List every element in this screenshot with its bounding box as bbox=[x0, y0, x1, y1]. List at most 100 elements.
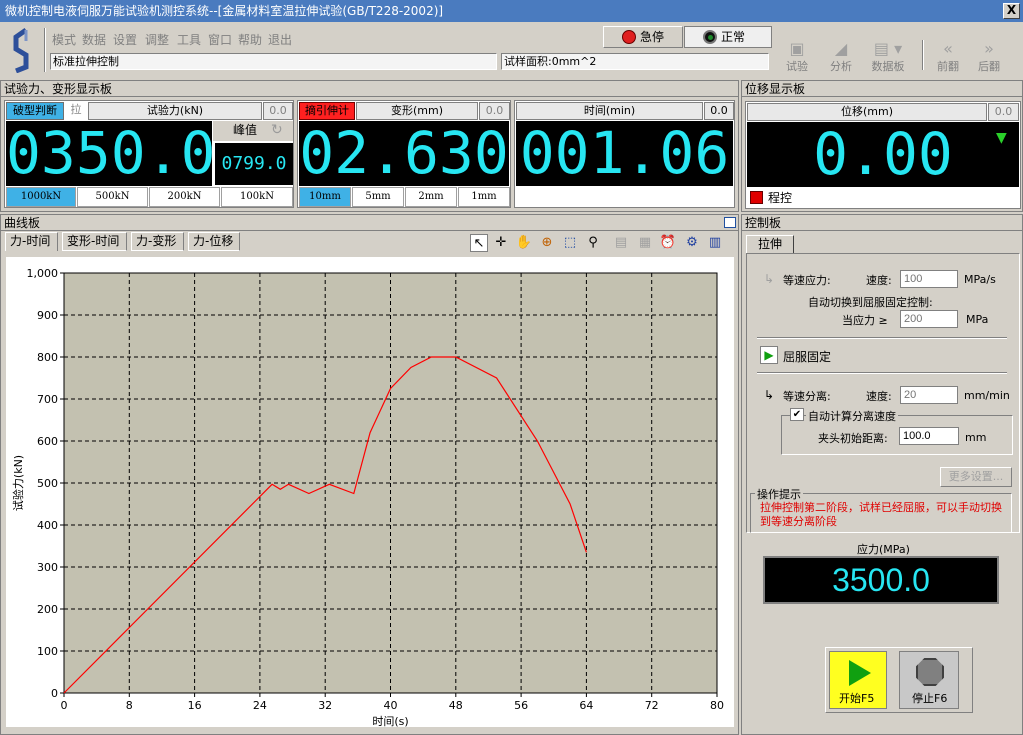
break-judge-button[interactable]: 破型判断 bbox=[6, 102, 64, 120]
toolbar-divider bbox=[44, 28, 46, 72]
deform-range-group: 10mm 5mm 2mm 1mm bbox=[299, 187, 511, 207]
crosshair-icon[interactable]: ✛ bbox=[492, 234, 510, 252]
const-stress-speed-input[interactable] bbox=[900, 270, 958, 288]
time-header: 时间(min) bbox=[516, 102, 703, 120]
displacement-panel-title: 位移显示板 bbox=[742, 81, 1022, 97]
x-axis-label: 时间(s) bbox=[372, 715, 408, 727]
auto-calc-label: 自动计算分离速度 bbox=[806, 408, 898, 424]
stage-arrow-icon: ↳ bbox=[764, 272, 775, 286]
prev-page-button[interactable]: « 前翻 bbox=[925, 40, 971, 74]
x-tick-label: 80 bbox=[710, 699, 724, 712]
emergency-stop-button[interactable]: 急停 bbox=[603, 26, 683, 48]
start-button[interactable]: 开始F5 bbox=[829, 651, 887, 709]
x-tick-label: 56 bbox=[514, 699, 528, 712]
time-display: 时间(min) 0.0 001.06 bbox=[514, 100, 735, 208]
range-button-3[interactable]: 1mm bbox=[458, 187, 510, 207]
displacement-value: 0.00 bbox=[747, 122, 1019, 187]
pan-hand-icon[interactable]: ✋ bbox=[515, 234, 533, 252]
tab-curve-2[interactable]: 力-变形 bbox=[131, 232, 184, 251]
displacement-header: 位移(mm) bbox=[747, 103, 987, 121]
program-control-icon[interactable] bbox=[750, 191, 763, 204]
stop-button[interactable]: 停止F6 bbox=[899, 651, 959, 709]
next-page-button[interactable]: » 后翻 bbox=[966, 40, 1012, 74]
deform-zero: 0.0 bbox=[479, 102, 510, 120]
range-button-1[interactable]: 500kN bbox=[77, 187, 148, 207]
const-sep-unit: mm/min bbox=[964, 389, 1010, 402]
zoom-in-icon[interactable]: ⊕ bbox=[538, 234, 556, 252]
range-button-1[interactable]: 5mm bbox=[352, 187, 404, 207]
yield-fixed-label: 屈服固定 bbox=[783, 350, 832, 364]
time-footer bbox=[516, 187, 733, 207]
menu-item-7[interactable]: 退出 bbox=[268, 31, 292, 48]
tab-curve-3[interactable]: 力-位移 bbox=[188, 232, 240, 251]
deform-display: 摘引伸计 变形(mm) 0.0 02.630 10mm 5mm 2mm 1mm bbox=[297, 100, 511, 208]
stop-icon bbox=[622, 30, 636, 44]
menu-item-1[interactable]: 数据 bbox=[82, 31, 106, 48]
area-field: 试样面积:0mm^2 bbox=[501, 53, 769, 70]
grip-distance-unit: mm bbox=[965, 431, 987, 444]
remove-extensometer-button[interactable]: 摘引伸计 bbox=[299, 102, 355, 120]
displacement-display: 位移(mm) 0.0 0.00 ▼ 程控 bbox=[745, 101, 1021, 209]
range-button-0[interactable]: 1000kN bbox=[6, 187, 76, 207]
close-button[interactable]: X bbox=[1003, 3, 1020, 19]
x-tick-label: 24 bbox=[253, 699, 267, 712]
test-button[interactable]: ▣ 试验 bbox=[774, 40, 820, 74]
next-page-label: 后翻 bbox=[978, 60, 1000, 73]
menu-item-0[interactable]: 模式 bbox=[52, 31, 76, 48]
menu-item-2[interactable]: 设置 bbox=[113, 31, 137, 48]
x-tick-label: 8 bbox=[126, 699, 133, 712]
y-tick-label: 1,000 bbox=[27, 267, 59, 280]
toolbar-divider bbox=[922, 40, 924, 70]
zoom-box-icon[interactable]: ⬚ bbox=[561, 234, 579, 252]
play-large-icon bbox=[849, 660, 871, 686]
range-button-3[interactable]: 100kN bbox=[221, 187, 293, 207]
hint-title: 操作提示 bbox=[755, 486, 803, 502]
display-panel-title: 试验力、变形显示板 bbox=[1, 81, 738, 97]
peak-label: 峰值 ↻ bbox=[213, 121, 293, 141]
tab-curve-1[interactable]: 变形-时间 bbox=[62, 232, 127, 251]
restore-icon[interactable] bbox=[724, 217, 736, 228]
auto-switch-unit: MPa bbox=[966, 313, 989, 326]
auto-switch-label: 自动切换到屈服固定控制: bbox=[808, 296, 933, 309]
test-label: 试验 bbox=[786, 60, 808, 73]
grip-distance-input[interactable] bbox=[899, 427, 959, 445]
force-value: 0350.0 bbox=[6, 119, 216, 187]
analyze-button[interactable]: ◢ 分析 bbox=[818, 40, 864, 74]
control-panel-title: 控制板 bbox=[742, 215, 1022, 231]
y-tick-label: 0 bbox=[51, 687, 58, 700]
table-icon[interactable]: ▥ bbox=[706, 234, 724, 252]
y-tick-label: 700 bbox=[37, 393, 58, 406]
tab-tension[interactable]: 拉伸 bbox=[746, 235, 794, 253]
print-icon[interactable]: ▤ bbox=[612, 234, 630, 252]
menu-item-3[interactable]: 调整 bbox=[145, 31, 169, 48]
auto-switch-stress-input[interactable] bbox=[900, 310, 958, 328]
pointer-icon[interactable]: ↖ bbox=[470, 234, 488, 252]
grid-icon[interactable]: ▦ bbox=[636, 234, 654, 252]
window-title: 微机控制电液伺服万能试验机测控系统--[金属材料室温拉伸试验(GB/T228-2… bbox=[5, 4, 444, 18]
range-button-0[interactable]: 10mm bbox=[299, 187, 351, 207]
displacement-panel: 位移显示板 位移(mm) 0.0 0.00 ▼ 程控 bbox=[741, 80, 1023, 212]
more-settings-button[interactable]: 更多设置... bbox=[940, 467, 1012, 487]
databoard-button[interactable]: ▤ ▾ 数据板 bbox=[860, 40, 916, 74]
octagon-stop-icon bbox=[916, 658, 944, 686]
menu-item-5[interactable]: 窗口 bbox=[208, 31, 232, 48]
mode-field: 标准拉伸控制 bbox=[50, 53, 497, 70]
status-light-icon bbox=[703, 30, 717, 44]
alarm-clock-icon[interactable]: ⏰ bbox=[659, 234, 677, 252]
zoom-out-icon[interactable]: ⚲ bbox=[584, 234, 602, 252]
start-label: 开始F5 bbox=[839, 692, 875, 705]
range-button-2[interactable]: 2mm bbox=[405, 187, 457, 207]
deform-value: 02.630 bbox=[299, 119, 509, 187]
tab-curve-0[interactable]: 力-时间 bbox=[5, 232, 58, 251]
range-button-2[interactable]: 200kN bbox=[149, 187, 220, 207]
menu-item-4[interactable]: 工具 bbox=[177, 31, 201, 48]
stress-label: 应力(MPa) bbox=[857, 543, 910, 556]
refresh-icon[interactable]: ↻ bbox=[271, 121, 283, 139]
const-sep-speed-input[interactable] bbox=[900, 386, 958, 404]
settings-icon[interactable]: ⚙ bbox=[683, 234, 701, 252]
prev-page-label: 前翻 bbox=[937, 60, 959, 73]
play-icon[interactable]: ▶ bbox=[760, 346, 778, 364]
y-axis-label: 试验力(kN) bbox=[11, 455, 25, 511]
auto-calc-checkbox[interactable]: ✔ bbox=[790, 408, 804, 421]
menu-item-6[interactable]: 帮助 bbox=[238, 31, 262, 48]
